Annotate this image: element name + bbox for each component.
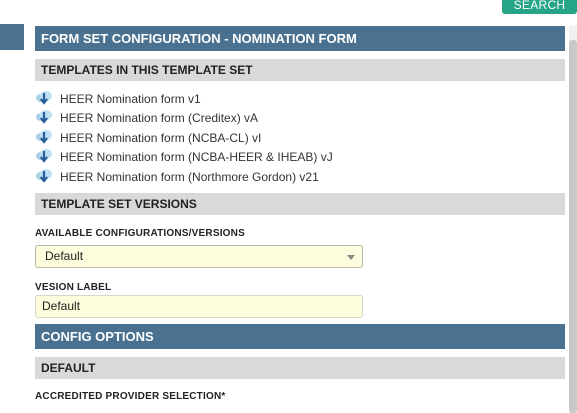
config-options-title: CONFIG OPTIONS — [35, 323, 565, 349]
search-button[interactable]: SEARCH — [502, 0, 577, 14]
chevron-down-icon[interactable] — [347, 254, 355, 260]
template-label[interactable]: HEER Nomination form (Northmore Gordon) … — [60, 170, 319, 184]
template-label[interactable]: HEER Nomination form v1 — [60, 92, 201, 106]
available-configurations-label: AVAILABLE CONFIGURATIONS/VERSIONS — [35, 227, 245, 239]
template-label[interactable]: HEER Nomination form (NCBA-CL) vI — [60, 131, 261, 145]
cloud-download-icon — [36, 90, 52, 105]
template-label[interactable]: HEER Nomination form (NCBA-HEER & IHEAB)… — [60, 150, 333, 164]
select-value: Default — [45, 248, 84, 263]
configuration-version-select[interactable]: Default — [35, 244, 363, 268]
version-label-label: VESION LABEL — [35, 281, 112, 293]
list-item[interactable]: HEER Nomination form v1 — [35, 89, 565, 109]
list-item[interactable]: HEER Nomination form (NCBA-HEER & IHEAB)… — [35, 148, 565, 168]
cloud-download-icon — [36, 168, 52, 183]
scrollbar-thumb[interactable] — [569, 40, 577, 413]
list-item[interactable]: HEER Nomination form (NCBA-CL) vI — [35, 128, 565, 148]
templates-section-title: TEMPLATES IN THIS TEMPLATE SET — [35, 59, 565, 81]
form-set-configuration-panel: FORM SET CONFIGURATION - NOMINATION FORM… — [35, 26, 565, 402]
left-panel-edge — [0, 24, 24, 50]
panel-title: FORM SET CONFIGURATION - NOMINATION FORM — [35, 26, 565, 51]
cloud-download-icon — [36, 110, 52, 125]
list-item[interactable]: HEER Nomination form (Northmore Gordon) … — [35, 167, 565, 187]
default-subsection-title: DEFAULT — [35, 356, 565, 379]
template-label[interactable]: HEER Nomination form (Creditex) vA — [60, 111, 258, 125]
versions-section-title: TEMPLATE SET VERSIONS — [35, 192, 565, 215]
cloud-download-icon — [36, 129, 52, 144]
template-list: HEER Nomination form v1 HEER Nomination … — [35, 81, 565, 193]
cloud-download-icon — [36, 149, 52, 164]
version-label-input[interactable]: Default — [35, 294, 363, 318]
list-item[interactable]: HEER Nomination form (Creditex) vA — [35, 109, 565, 129]
accredited-provider-selection-label: ACCREDITED PROVIDER SELECTION* — [35, 390, 226, 402]
